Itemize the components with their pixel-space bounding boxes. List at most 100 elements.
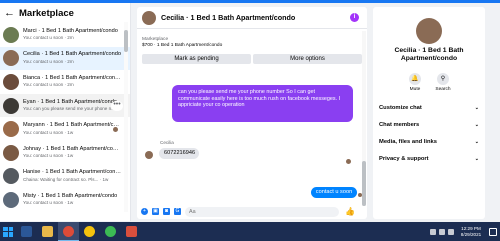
clock-time: 12:29 PM bbox=[461, 225, 481, 231]
profile-name: Cecilia · 1 Bed 1 Bath Apartment/condo bbox=[394, 47, 464, 62]
customize-chat-item[interactable]: Customize chat ⌄ bbox=[379, 103, 483, 113]
info-icon[interactable]: i bbox=[350, 13, 359, 22]
chevron-down-icon: ⌄ bbox=[474, 122, 479, 128]
conversation-item[interactable]: Johnay · 1 Bed 1 Bath Apartment/condo Yo… bbox=[0, 141, 130, 165]
window-scrollbar[interactable] bbox=[489, 7, 493, 219]
seen-indicator-avatar bbox=[346, 159, 351, 164]
conversation-item[interactable]: Maryann · 1 Bed 1 Bath Apartment/condo Y… bbox=[0, 117, 130, 141]
search-button[interactable]: ⚲ Search bbox=[433, 73, 453, 92]
conversation-preview: You: contact u soon · 2m bbox=[23, 35, 74, 41]
conversation-preview: You: contact u soon · 1w bbox=[23, 129, 74, 135]
privacy-support-item[interactable]: Privacy & support ⌄ bbox=[379, 154, 483, 164]
gif-icon[interactable]: G bbox=[174, 208, 181, 215]
conversation-preview: You: contact u soon · 1w bbox=[23, 153, 74, 159]
conversation-item[interactable]: Bianca · 1 Bed 1 Bath Apartment/condo Yo… bbox=[0, 70, 130, 94]
chat-scrollbar-thumb[interactable] bbox=[362, 161, 366, 206]
chevron-down-icon: ⌄ bbox=[474, 105, 479, 111]
chat-title[interactable]: Cecilia · 1 Bed 1 Bath Apartment/condo bbox=[161, 13, 295, 22]
media-files-links-label: Media, files and links bbox=[379, 139, 437, 145]
thumbs-up-icon[interactable]: 👍 bbox=[345, 207, 355, 216]
taskbar-word-icon[interactable] bbox=[16, 222, 37, 241]
taskbar-chrome-icon[interactable] bbox=[58, 222, 79, 241]
plus-icon[interactable]: + bbox=[141, 208, 148, 215]
chevron-down-icon: ⌄ bbox=[474, 156, 479, 162]
more-options-icon[interactable]: ••• bbox=[111, 100, 123, 111]
avatar bbox=[3, 168, 19, 185]
chevron-down-icon: ⌄ bbox=[474, 139, 479, 145]
start-button[interactable] bbox=[0, 222, 16, 241]
panel-title: Marketplace bbox=[19, 7, 74, 19]
avatar bbox=[3, 50, 19, 67]
conversation-info-panel: Cecilia · 1 Bed 1 Bath Apartment/condo 🔔… bbox=[373, 7, 485, 219]
chat-header: Cecilia · 1 Bed 1 Bath Apartment/condo i bbox=[137, 7, 367, 29]
conversation-item[interactable]: Hanise · 1 Bed 1 Bath Apartment/condo Ch… bbox=[0, 165, 130, 189]
sender-avatar bbox=[145, 151, 153, 159]
message-composer: + ▣ ◙ G 👍 bbox=[137, 204, 367, 219]
listing-price-title[interactable]: $700 · 1 Bed 1 Bath Apartment/condo bbox=[142, 43, 222, 48]
conversation-name: Eyan · 1 Bed 1 Bath Apartment/condo bbox=[23, 98, 117, 105]
conversation-item[interactable]: Eyan · 1 Bed 1 Bath Apartment/condo You:… bbox=[0, 93, 130, 118]
customize-chat-label: Customize chat bbox=[379, 105, 422, 111]
avatar bbox=[3, 121, 19, 138]
mute-label: Mute bbox=[409, 87, 421, 92]
taskbar-chrome-icon-2[interactable] bbox=[79, 222, 100, 241]
profile-avatar[interactable] bbox=[416, 18, 442, 44]
message-input[interactable] bbox=[185, 206, 339, 217]
incoming-message-bubble: 6072216946 bbox=[159, 148, 199, 159]
conversation-preview: You: contact u soon · 2m bbox=[23, 82, 74, 88]
avatar bbox=[3, 144, 19, 161]
chat-members-item[interactable]: Chat members ⌄ bbox=[379, 120, 483, 130]
clock-date: 8/29/2021 bbox=[460, 231, 482, 237]
network-icon[interactable] bbox=[430, 228, 436, 235]
sender-name-label: Cecilia bbox=[160, 140, 174, 145]
marketplace-label: Marketplace bbox=[142, 37, 169, 42]
image-icon[interactable]: ▣ bbox=[152, 208, 159, 215]
conversation-name: Misty · 1 Bed 1 Bath Apartment/condo bbox=[23, 192, 118, 199]
conversation-name: Hanise · 1 Bed 1 Bath Apartment/condo bbox=[23, 169, 121, 176]
taskbar-app-icon[interactable] bbox=[121, 222, 142, 241]
conversation-preview: Chaina: Waiting for contract so. Pls... … bbox=[23, 176, 109, 182]
conversation-item-active[interactable]: Cecilia · 1 Bed 1 Bath Apartment/condo Y… bbox=[0, 46, 130, 71]
conversation-item[interactable]: Marci · 1 Bed 1 Bath Apartment/condo You… bbox=[0, 23, 130, 47]
conversation-item[interactable]: Misty · 1 Bed 1 Bath Apartment/condo You… bbox=[0, 188, 130, 212]
windows-logo-icon bbox=[3, 226, 13, 237]
notification-icon[interactable] bbox=[489, 227, 497, 236]
back-arrow-icon[interactable]: ← bbox=[4, 7, 16, 19]
taskbar-chrome-icon-3[interactable] bbox=[100, 222, 121, 241]
conversation-name: Cecilia · 1 Bed 1 Bath Apartment/condo bbox=[23, 51, 121, 58]
search-icon: ⚲ bbox=[437, 73, 449, 85]
volume-icon[interactable] bbox=[439, 228, 445, 235]
battery-icon[interactable] bbox=[448, 228, 454, 235]
chat-members-label: Chat members bbox=[379, 122, 420, 128]
conversation-name: Marci · 1 Bed 1 Bath Apartment/condo bbox=[23, 27, 118, 34]
conversation-scrollbar-thumb[interactable] bbox=[124, 30, 128, 52]
taskbar-file-explorer-icon[interactable] bbox=[37, 222, 58, 241]
conversation-name: Maryann · 1 Bed 1 Bath Apartment/condo bbox=[23, 122, 121, 129]
avatar bbox=[3, 191, 19, 208]
avatar bbox=[3, 73, 19, 90]
windows-taskbar: 12:29 PM 8/29/2021 bbox=[0, 222, 500, 241]
reply-message-bubble: contact u soon bbox=[311, 187, 357, 198]
mute-button[interactable]: 🔔 Mute bbox=[405, 73, 425, 92]
conversation-name: Bianca · 1 Bed 1 Bath Apartment/condo bbox=[23, 74, 121, 81]
conversation-preview: You: can you please send me your phone n… bbox=[23, 106, 121, 112]
avatar bbox=[3, 26, 19, 43]
more-options-button[interactable]: More options bbox=[253, 54, 362, 64]
outgoing-message-bubble: can you please send me your phone number… bbox=[172, 85, 353, 122]
bell-icon: 🔔 bbox=[409, 73, 421, 85]
privacy-support-label: Privacy & support bbox=[379, 156, 429, 162]
conversation-name: Johnay · 1 Bed 1 Bath Apartment/condo bbox=[23, 145, 121, 152]
conversation-list-panel: ← Marketplace Marci · 1 Bed 1 Bath Apart… bbox=[0, 3, 131, 221]
search-label: Search bbox=[435, 87, 451, 92]
marketplace-listing-card: Marketplace $700 · 1 Bed 1 Bath Apartmen… bbox=[142, 37, 362, 67]
sticker-icon[interactable]: ◙ bbox=[163, 208, 170, 215]
mark-as-pending-button[interactable]: Mark as pending bbox=[142, 54, 251, 64]
chat-panel: Cecilia · 1 Bed 1 Bath Apartment/condo i… bbox=[137, 7, 367, 219]
chat-avatar[interactable] bbox=[142, 10, 156, 25]
left-header: ← Marketplace bbox=[0, 3, 130, 23]
avatar bbox=[3, 97, 19, 114]
system-clock[interactable]: 12:29 PM 8/29/2021 bbox=[457, 226, 485, 238]
system-tray: 12:29 PM 8/29/2021 bbox=[430, 222, 500, 241]
media-files-links-item[interactable]: Media, files and links ⌄ bbox=[379, 137, 483, 147]
conversation-preview: You: contact u soon · 2m bbox=[23, 58, 74, 64]
